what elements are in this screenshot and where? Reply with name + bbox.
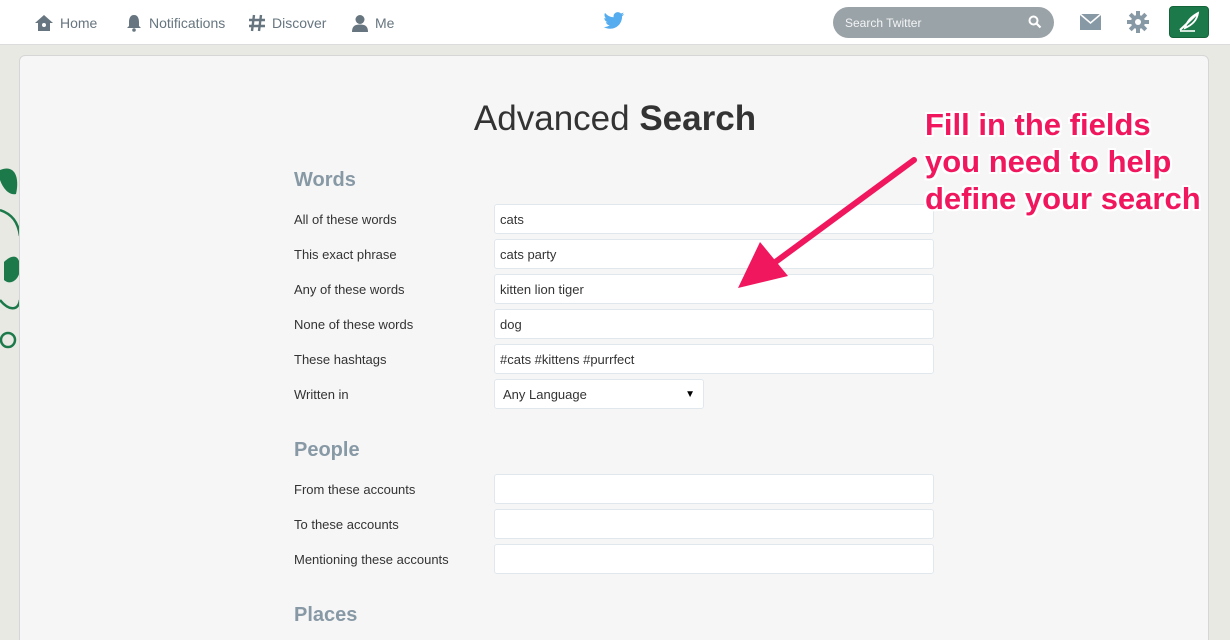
to-accounts-input[interactable] xyxy=(494,509,934,539)
bell-icon xyxy=(127,14,141,32)
person-icon xyxy=(352,14,368,32)
language-select[interactable]: Any Language ▼ xyxy=(494,379,704,409)
nav-home[interactable]: Home xyxy=(34,0,97,45)
field-label-to-accounts: To these accounts xyxy=(294,517,399,532)
field-label-written-in: Written in xyxy=(294,387,349,402)
top-navigation-bar: Home Notifications Discover Me xyxy=(0,0,1230,45)
dropdown-caret-icon: ▼ xyxy=(685,388,695,400)
annotation-line-2: you need to help xyxy=(925,144,1172,179)
nav-home-label: Home xyxy=(60,14,98,31)
field-label-mentioning-accounts: Mentioning these accounts xyxy=(294,552,449,567)
twitter-bird-icon[interactable] xyxy=(603,11,625,31)
nav-discover[interactable]: Discover xyxy=(248,0,326,45)
search-input[interactable] xyxy=(845,15,1020,30)
nav-discover-label: Discover xyxy=(272,14,327,31)
from-accounts-input[interactable] xyxy=(494,474,934,504)
section-heading-words: Words xyxy=(294,169,356,191)
hashtags-input[interactable] xyxy=(494,344,934,374)
field-label-any-words: Any of these words xyxy=(294,282,405,297)
annotation-line-1: Fill in the fields xyxy=(925,107,1151,142)
language-select-value: Any Language xyxy=(503,386,587,402)
section-heading-people: People xyxy=(294,439,360,461)
mail-icon[interactable] xyxy=(1079,12,1102,32)
home-icon xyxy=(35,14,53,31)
hashtag-icon xyxy=(249,14,265,31)
search-icon[interactable] xyxy=(1028,15,1042,29)
field-label-from-accounts: From these accounts xyxy=(294,482,416,497)
page-title-bold: Search xyxy=(639,99,757,138)
page-title-light: Advanced xyxy=(473,99,630,138)
section-heading-places: Places xyxy=(294,604,358,626)
field-label-none-words: None of these words xyxy=(294,317,414,332)
field-label-hashtags: These hashtags xyxy=(294,352,387,367)
none-words-input[interactable] xyxy=(494,309,934,339)
compose-feather-icon xyxy=(1179,11,1200,32)
annotation-line-3: define your search xyxy=(925,181,1201,216)
search-box[interactable] xyxy=(833,7,1054,38)
field-label-all-words: All of these words xyxy=(294,212,397,227)
annotation-callout: Fill in the fields you need to help defi… xyxy=(925,106,1225,217)
nav-me[interactable]: Me xyxy=(351,0,394,45)
gear-icon[interactable] xyxy=(1126,10,1150,34)
mentioning-accounts-input[interactable] xyxy=(494,544,934,574)
nav-me-label: Me xyxy=(375,14,395,31)
nav-notifications-label: Notifications xyxy=(149,14,226,31)
field-label-exact-phrase: This exact phrase xyxy=(294,247,397,262)
annotation-arrow xyxy=(738,157,917,288)
compose-tweet-button[interactable] xyxy=(1169,6,1209,38)
nav-notifications[interactable]: Notifications xyxy=(125,0,225,45)
